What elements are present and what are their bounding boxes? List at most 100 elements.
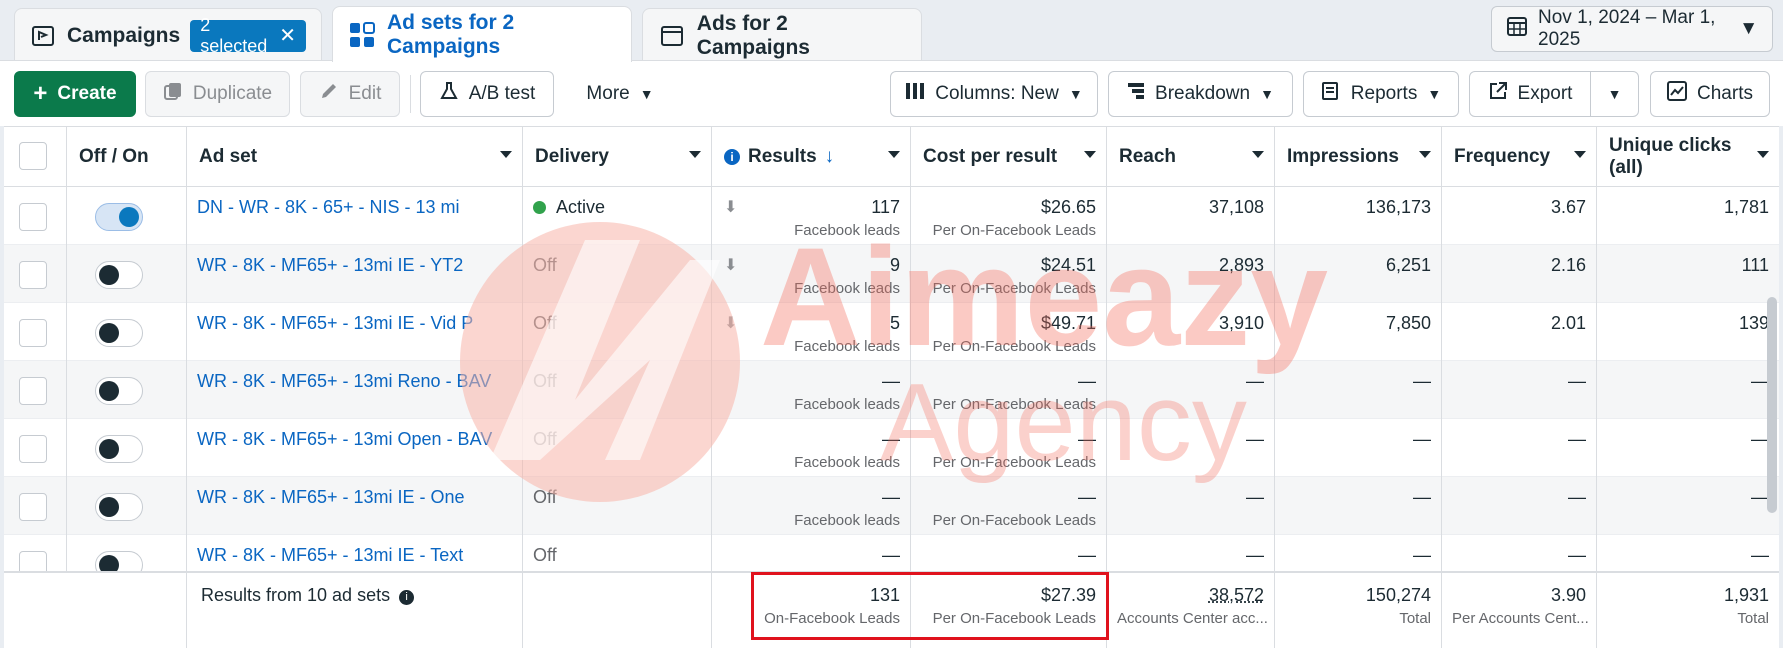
cost-value: — <box>1078 371 1096 391</box>
download-icon[interactable]: ⬇ <box>724 255 737 275</box>
table-row[interactable]: WR - 8K - MF65+ - 13mi IE - YT2 Off ⬇ 9 Face… <box>4 245 1779 303</box>
ad-sets-grid-icon <box>349 21 375 48</box>
toggle-knob <box>99 381 119 401</box>
export-icon <box>1488 81 1508 107</box>
export-options-dropdown[interactable]: ▼ <box>1590 71 1639 117</box>
table-row[interactable]: WR - 8K - MF65+ - 13mi Reno - BAV Off — Fac… <box>4 361 1779 419</box>
chevron-down-icon <box>1252 151 1264 158</box>
ad-set-name-link[interactable]: WR - 8K - MF65+ - 13mi Open - BAV <box>197 429 492 449</box>
results-cell: — Facebook leads <box>712 477 911 535</box>
frequency-value: 2.01 <box>1550 313 1586 333</box>
toggle-knob <box>99 439 119 459</box>
duplicate-button[interactable]: Duplicate <box>145 71 290 117</box>
duplicate-icon <box>163 81 183 107</box>
on-off-toggle[interactable] <box>95 203 143 231</box>
header-cost-per-result[interactable]: Cost per result <box>911 127 1107 187</box>
on-off-toggle[interactable] <box>95 261 143 289</box>
impressions-value: 6,251 <box>1385 255 1431 275</box>
totals-frequency: 3.90 Per Accounts Cent... <box>1442 573 1597 648</box>
on-off-toggle[interactable] <box>95 319 143 347</box>
vertical-scrollbar[interactable] <box>1767 297 1777 513</box>
ad-set-name-link[interactable]: WR - 8K - MF65+ - 13mi IE - YT2 <box>197 255 463 275</box>
ad-set-name-link[interactable]: WR - 8K - MF65+ - 13mi IE - One <box>197 487 465 507</box>
cost-value: — <box>1078 487 1096 507</box>
reach-cell: 3,910 <box>1107 303 1275 361</box>
on-off-toggle[interactable] <box>95 493 143 521</box>
on-off-toggle[interactable] <box>95 377 143 405</box>
tab-ads-label: Ads for 2 Campaigns <box>696 11 810 59</box>
selected-count-badge[interactable]: 2 selected ✕ <box>190 15 307 56</box>
totals-unique: 1,931 Total <box>1597 573 1779 648</box>
row-checkbox[interactable] <box>19 493 47 521</box>
columns-button[interactable]: Columns: New ▼ <box>890 71 1098 117</box>
table-row[interactable]: WR - 8K - MF65+ - 13mi IE - One Off — Faceb… <box>4 477 1779 535</box>
ad-set-name-link[interactable]: WR - 8K - MF65+ - 13mi IE - Text <box>197 545 463 565</box>
date-range-picker[interactable]: Nov 1, 2024 – Mar 1, 2025 ▼ <box>1491 6 1773 52</box>
frequency-cell: — <box>1442 419 1597 477</box>
ad-set-name-link[interactable]: WR - 8K - MF65+ - 13mi Reno - BAV <box>197 371 491 391</box>
row-checkbox[interactable] <box>19 203 47 231</box>
frequency-value: — <box>1568 371 1586 391</box>
breakdown-button[interactable]: Breakdown ▼ <box>1108 71 1293 117</box>
table-row[interactable]: DN - WR - 8K - 65+ - NIS - 13 mi Active ⬇ 1… <box>4 187 1779 245</box>
header-ad-set[interactable]: Ad set <box>187 127 523 187</box>
breakdown-icon <box>1127 82 1145 106</box>
charts-button[interactable]: Charts <box>1650 71 1770 117</box>
table-row[interactable]: WR - 8K - MF65+ - 13mi Open - BAV Off — Fac… <box>4 419 1779 477</box>
columns-icon <box>905 82 925 106</box>
download-icon[interactable]: ⬇ <box>724 313 737 333</box>
impressions-value: — <box>1413 429 1431 449</box>
selected-count-text: 2 selected <box>200 14 268 56</box>
tab-campaigns-label: Campaigns <box>67 23 181 47</box>
row-select-cell <box>4 245 67 303</box>
tab-ads[interactable]: Ads for 2 Campaigns <box>642 8 922 62</box>
header-delivery[interactable]: Delivery <box>523 127 712 187</box>
chevron-down-icon <box>500 151 512 158</box>
header-impressions[interactable]: Impressions <box>1275 127 1442 187</box>
totals-cost-sub: Per On-Facebook Leads <box>932 610 1096 627</box>
totals-frequency-value: 3.90 <box>1550 585 1586 605</box>
header-unique-line2: (all) <box>1609 157 1643 178</box>
reach-value: 3,910 <box>1218 313 1264 333</box>
row-checkbox[interactable] <box>19 319 47 347</box>
row-select-cell <box>4 477 67 535</box>
create-button[interactable]: + Create <box>14 71 136 117</box>
totals-delivery <box>523 573 712 648</box>
clear-selection-icon[interactable]: ✕ <box>279 26 296 46</box>
download-icon[interactable]: ⬇ <box>724 197 737 217</box>
reports-icon <box>1321 81 1341 107</box>
on-off-toggle[interactable] <box>95 435 143 463</box>
header-off-on[interactable]: Off / On <box>67 127 187 187</box>
results-value: — <box>882 371 900 391</box>
ab-test-button[interactable]: A/B test <box>420 71 554 117</box>
tab-campaigns[interactable]: Campaigns 2 selected ✕ <box>14 8 322 62</box>
export-button[interactable]: Export <box>1469 71 1591 117</box>
ad-set-name-link[interactable]: WR - 8K - MF65+ - 13mi IE - Vid P <box>197 313 473 333</box>
chevron-down-icon: ▼ <box>1427 86 1442 102</box>
more-button[interactable]: More ▼ <box>566 71 674 117</box>
select-all-checkbox[interactable] <box>19 142 47 170</box>
ad-set-name-link[interactable]: DN - WR - 8K - 65+ - NIS - 13 mi <box>197 197 460 217</box>
row-checkbox[interactable] <box>19 377 47 405</box>
tab-ad-sets[interactable]: Ad sets for 2 Campaigns <box>332 6 632 62</box>
info-icon[interactable]: i <box>724 149 740 165</box>
row-checkbox[interactable] <box>19 435 47 463</box>
line-chart-icon <box>1667 81 1688 107</box>
impressions-cell: 7,850 <box>1275 303 1442 361</box>
header-frequency[interactable]: Frequency <box>1442 127 1597 187</box>
cost-per-result-cell: $49.71 Per On-Facebook Leads <box>911 303 1107 361</box>
edit-button[interactable]: Edit <box>300 71 400 117</box>
reports-button[interactable]: Reports ▼ <box>1303 71 1459 117</box>
row-toggle-cell <box>67 361 187 419</box>
totals-impressions-value: 150,274 <box>1365 585 1431 605</box>
delivery-cell: Off <box>523 419 712 477</box>
header-unique-clicks[interactable]: Unique clicks (all) <box>1597 127 1779 187</box>
info-icon[interactable]: i <box>399 589 415 605</box>
unique-cell: — <box>1597 361 1779 419</box>
ad-set-name-cell: DN - WR - 8K - 65+ - NIS - 13 mi <box>187 187 523 245</box>
row-checkbox[interactable] <box>19 261 47 289</box>
table-row[interactable]: WR - 8K - MF65+ - 13mi IE - Vid P Off ⬇ 5 Fa… <box>4 303 1779 361</box>
header-reach[interactable]: Reach <box>1107 127 1275 187</box>
delivery-status: Off <box>533 313 557 333</box>
header-results[interactable]: i Results ↓ <box>712 127 911 187</box>
